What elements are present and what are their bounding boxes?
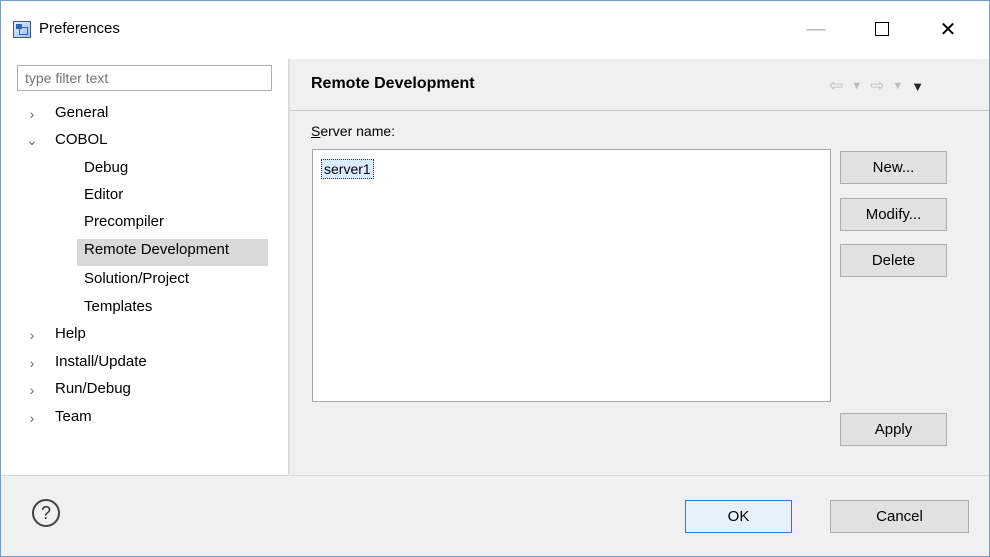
tree-item-label: Templates (84, 298, 153, 315)
tree-item-label: Remote Development (84, 241, 230, 258)
dialog-footer: ? OK Cancel (1, 476, 989, 556)
minimize-button[interactable]: — (791, 11, 841, 47)
tree-item-label: Install/Update (55, 353, 147, 370)
back-history-dropdown-icon[interactable]: ▼ (851, 80, 862, 92)
tree-item-label: Editor (84, 186, 124, 203)
close-button[interactable]: ✕ (923, 11, 973, 47)
tree-item-label: Team (55, 408, 92, 425)
tree-item-label: Help (55, 325, 86, 342)
minimize-icon: — (806, 17, 826, 40)
tree-item-templates[interactable]: Templates (1, 294, 288, 321)
tree-item-run-debug[interactable]: › Run/Debug (1, 376, 288, 403)
new-server-button[interactable]: New... (840, 151, 947, 184)
tree-item-label: COBOL (55, 131, 108, 148)
tree-item-label: General (55, 104, 109, 121)
page-navigation: ⇦ ▼ ⇨ ▼ ▼ (829, 76, 974, 96)
view-menu-icon[interactable]: ▼ (911, 79, 924, 94)
tree-item-cobol[interactable]: ⌄ COBOL (1, 127, 288, 154)
close-icon: ✕ (939, 18, 957, 41)
question-mark-icon: ? (40, 502, 51, 523)
tree-item-general[interactable]: › General (1, 100, 288, 127)
server-list[interactable]: server1 (312, 149, 831, 402)
ok-button[interactable]: OK (685, 500, 792, 533)
apply-button[interactable]: Apply (840, 413, 947, 446)
tree-item-label: Run/Debug (55, 380, 131, 397)
tree-item-precompiler[interactable]: Precompiler (1, 209, 288, 236)
expand-icon[interactable]: › (25, 321, 39, 348)
tree-item-help[interactable]: › Help (1, 321, 288, 348)
expand-icon[interactable]: › (25, 349, 39, 376)
preferences-window: Preferences — ✕ › General ⌄ COBOL Debug Ed… (0, 0, 990, 557)
collapse-icon[interactable]: ⌄ (25, 127, 39, 154)
expand-icon[interactable]: › (25, 376, 39, 403)
maximize-button[interactable] (857, 11, 907, 47)
tree-item-install-update[interactable]: › Install/Update (1, 349, 288, 376)
expand-icon[interactable]: › (25, 404, 39, 431)
filter-input[interactable] (17, 65, 272, 91)
title-bar[interactable]: Preferences — ✕ (1, 1, 989, 59)
tree-item-label: Precompiler (84, 213, 165, 230)
tree-item-debug[interactable]: Debug (1, 155, 288, 182)
cancel-button[interactable]: Cancel (830, 500, 969, 533)
back-arrow-icon[interactable]: ⇦ (829, 76, 843, 96)
forward-history-dropdown-icon[interactable]: ▼ (892, 80, 903, 92)
server-list-item[interactable]: server1 (321, 159, 374, 179)
expand-icon[interactable]: › (25, 100, 39, 127)
preference-page: Remote Development ⇦ ▼ ⇨ ▼ ▼ Server name… (290, 59, 989, 475)
preferences-app-icon (13, 21, 31, 38)
preference-tree-pane: › General ⌄ COBOL Debug Editor Precompiler… (1, 59, 288, 475)
tree-item-editor[interactable]: Editor (1, 182, 288, 209)
tree-item-remote-development[interactable]: Remote Development (77, 239, 268, 266)
window-title: Preferences (39, 20, 120, 37)
maximize-icon (875, 22, 889, 36)
server-name-label: Server name: (311, 123, 396, 139)
delete-server-button[interactable]: Delete (840, 244, 947, 277)
tree-item-label: Solution/Project (84, 270, 190, 287)
page-title: Remote Development (311, 75, 475, 92)
tree-item-label: Debug (84, 159, 129, 176)
tree-item-solution-project[interactable]: Solution/Project (1, 266, 288, 293)
help-icon[interactable]: ? (32, 499, 60, 527)
tree-item-team[interactable]: › Team (1, 404, 288, 431)
forward-arrow-icon[interactable]: ⇨ (870, 76, 884, 96)
modify-server-button[interactable]: Modify... (840, 198, 947, 231)
title-separator (290, 110, 989, 111)
